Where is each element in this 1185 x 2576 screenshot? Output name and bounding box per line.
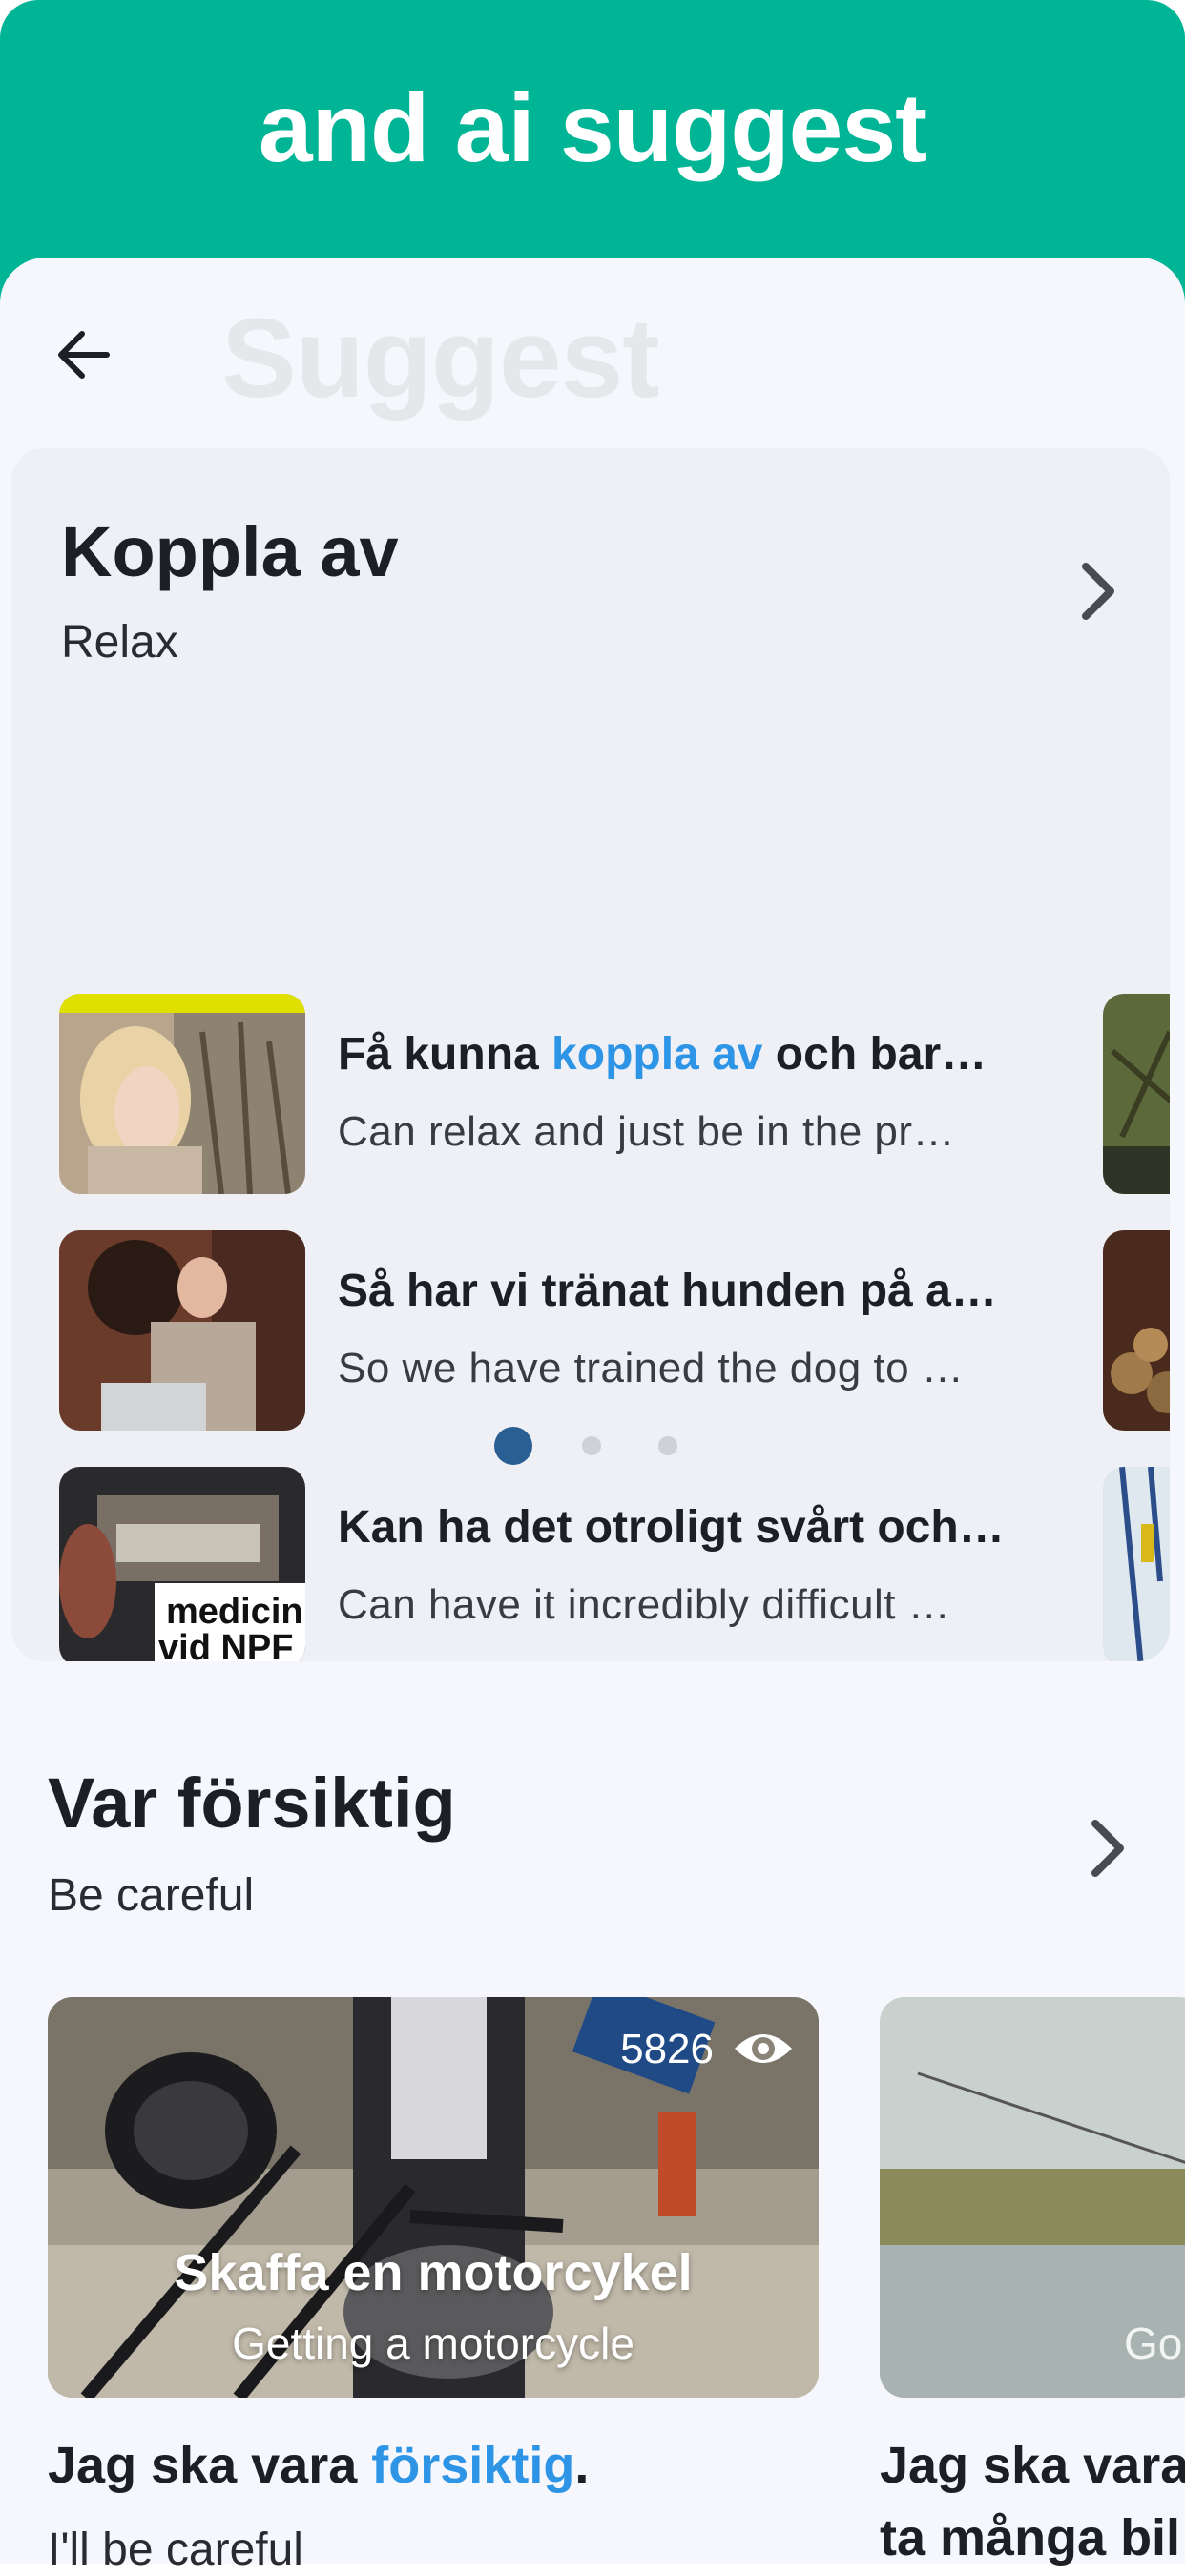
card-subtitle: Go bbox=[1124, 2318, 1183, 2368]
screen-title: Suggest bbox=[221, 296, 659, 422]
relax-section-more-button[interactable] bbox=[1069, 553, 1126, 629]
section-subtitle: Be careful bbox=[48, 1870, 255, 1921]
thumb-text-medicin: medicin bbox=[166, 1592, 303, 1632]
item-title: Få kunna koppla av och bara… bbox=[338, 1029, 1006, 1080]
thumb-text-npf: vid NPF bbox=[158, 1628, 293, 1661]
section-title: Var försiktig bbox=[48, 1763, 456, 1843]
view-count: 5826 bbox=[620, 2026, 714, 2072]
eye-icon bbox=[735, 2034, 792, 2063]
item-title: Kan ha det otroligt svårt och … bbox=[338, 1502, 1006, 1553]
card-caption-line2: ta många bil bbox=[880, 2509, 1181, 2566]
chevron-right-icon bbox=[1082, 563, 1114, 620]
back-button[interactable] bbox=[50, 317, 126, 393]
video-thumbnail bbox=[59, 994, 305, 1194]
item-title: Så har vi tränat hunden på at… bbox=[338, 1266, 1006, 1316]
section-title: Koppla av bbox=[61, 512, 399, 591]
list-item[interactable]: Få kunna koppla av och bara… Can relax a… bbox=[59, 994, 1051, 1194]
card-subtitle: Getting a motorcycle bbox=[232, 2318, 634, 2368]
list-item-next-page[interactable] bbox=[1103, 994, 1170, 1194]
card-caption: Jag ska vara försiktig. bbox=[48, 2437, 590, 2494]
pagination-dot-active[interactable] bbox=[494, 1427, 532, 1465]
video-thumbnail: medicin vid NPF bbox=[59, 1467, 305, 1661]
video-card[interactable]: 5826 Skaffa en motorcykel Getting a moto… bbox=[48, 1997, 819, 2398]
arrow-left-icon bbox=[58, 331, 110, 379]
item-subtitle: Can relax and just be in the pre… bbox=[338, 1108, 967, 1155]
section-subtitle: Relax bbox=[61, 617, 178, 668]
careful-section-more-button[interactable] bbox=[1078, 1810, 1135, 1886]
pagination-dot[interactable] bbox=[658, 1436, 677, 1455]
card-title: Skaffa en motorcykel bbox=[174, 2244, 693, 2301]
pagination-dot[interactable] bbox=[582, 1436, 601, 1455]
relax-section-card: Koppla av Relax Få kunna koppla av och b… bbox=[11, 448, 1170, 1661]
list-item-next-page[interactable] bbox=[1103, 1467, 1170, 1661]
video-card[interactable]: Go bbox=[880, 1997, 1185, 2398]
item-subtitle: Can have it incredibly difficult a… bbox=[338, 1581, 967, 1628]
card-caption-sub: I'll be careful bbox=[48, 2524, 303, 2575]
chevron-right-icon bbox=[1091, 1820, 1124, 1877]
item-subtitle: So we have trained the dog to r… bbox=[338, 1345, 967, 1391]
list-item[interactable]: medicin vid NPF Kan ha det otroligt svår… bbox=[59, 1467, 1051, 1661]
list-item[interactable]: Så har vi tränat hunden på at… So we hav… bbox=[59, 1230, 1051, 1431]
list-item-next-page[interactable] bbox=[1103, 1230, 1170, 1431]
header-title: and ai suggest bbox=[258, 73, 927, 182]
video-thumbnail bbox=[59, 1230, 305, 1431]
card-caption: Jag ska vara bbox=[880, 2437, 1185, 2494]
